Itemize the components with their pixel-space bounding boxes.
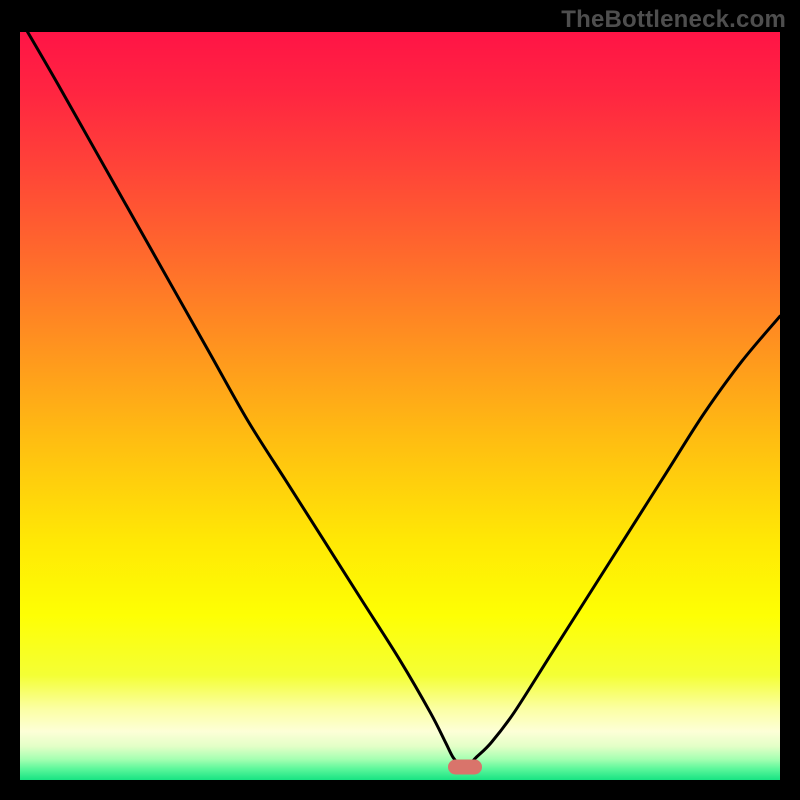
- plot-area: [20, 32, 780, 780]
- bottleneck-curve: [20, 32, 780, 780]
- optimal-marker: [448, 760, 482, 775]
- watermark-text: TheBottleneck.com: [561, 6, 786, 34]
- chart-frame: TheBottleneck.com: [0, 0, 800, 800]
